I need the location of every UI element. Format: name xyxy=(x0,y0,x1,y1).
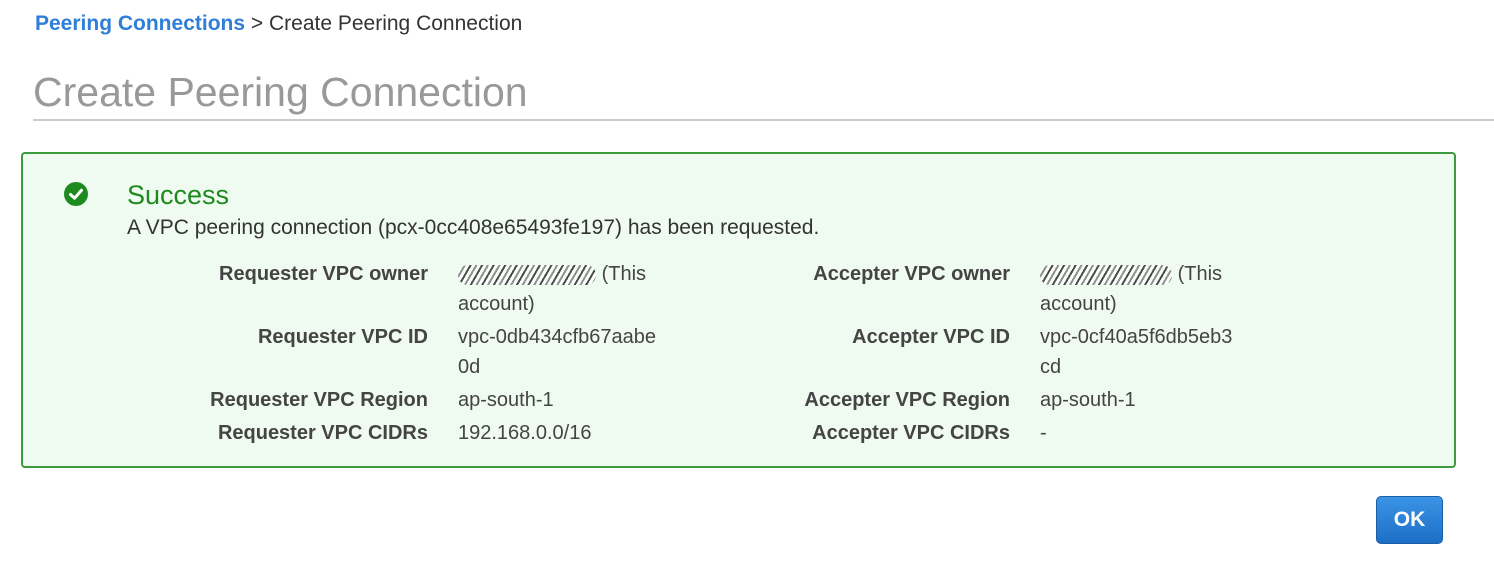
requester-cidrs-label: Requester VPC CIDRs xyxy=(217,422,428,444)
accepter-cidrs-label: Accepter VPC CIDRs xyxy=(812,422,1010,444)
requester-region-label: Requester VPC Region xyxy=(210,389,428,411)
requester-owner-label: Requester VPC owner xyxy=(219,263,428,285)
requester-vpc-id-label: Requester VPC ID xyxy=(257,326,428,348)
requester-owner-value: (This account) xyxy=(458,259,658,319)
requester-vpc-id-value: vpc-0db434cfb67aabe0d xyxy=(458,326,656,378)
accepter-vpc-id-value: vpc-0cf40a5f6db5eb3cd xyxy=(1040,326,1233,378)
redacted-account-id xyxy=(1040,264,1172,285)
accepter-vpc-id-label: Accepter VPC ID xyxy=(852,326,1010,348)
ok-button[interactable]: OK xyxy=(1376,496,1443,544)
requester-cidrs-value: 192.168.0.0/16 xyxy=(458,422,592,444)
accepter-owner-value: (This account) xyxy=(1040,259,1240,319)
breadcrumb-link-peering-connections[interactable]: Peering Connections xyxy=(35,12,245,35)
page-title: Create Peering Connection xyxy=(33,69,528,115)
breadcrumb-current: Create Peering Connection xyxy=(268,12,523,35)
check-circle-icon xyxy=(64,182,88,206)
success-alert: Success A VPC peering connection (pcx-0c… xyxy=(21,152,1456,468)
accepter-owner-label: Accepter VPC owner xyxy=(813,263,1010,285)
alert-title: Success xyxy=(127,180,230,210)
redacted-account-id xyxy=(458,264,596,285)
accepter-cidrs-value: - xyxy=(1040,422,1047,444)
accepter-region-label: Accepter VPC Region xyxy=(804,389,1010,411)
breadcrumb: Peering Connections > Create Peering Con… xyxy=(35,11,522,37)
title-divider xyxy=(33,119,1494,121)
requester-region-value: ap-south-1 xyxy=(458,389,554,411)
alert-message: A VPC peering connection (pcx-0cc408e654… xyxy=(127,216,820,239)
accepter-region-value: ap-south-1 xyxy=(1040,389,1136,411)
breadcrumb-separator: > xyxy=(250,12,264,35)
